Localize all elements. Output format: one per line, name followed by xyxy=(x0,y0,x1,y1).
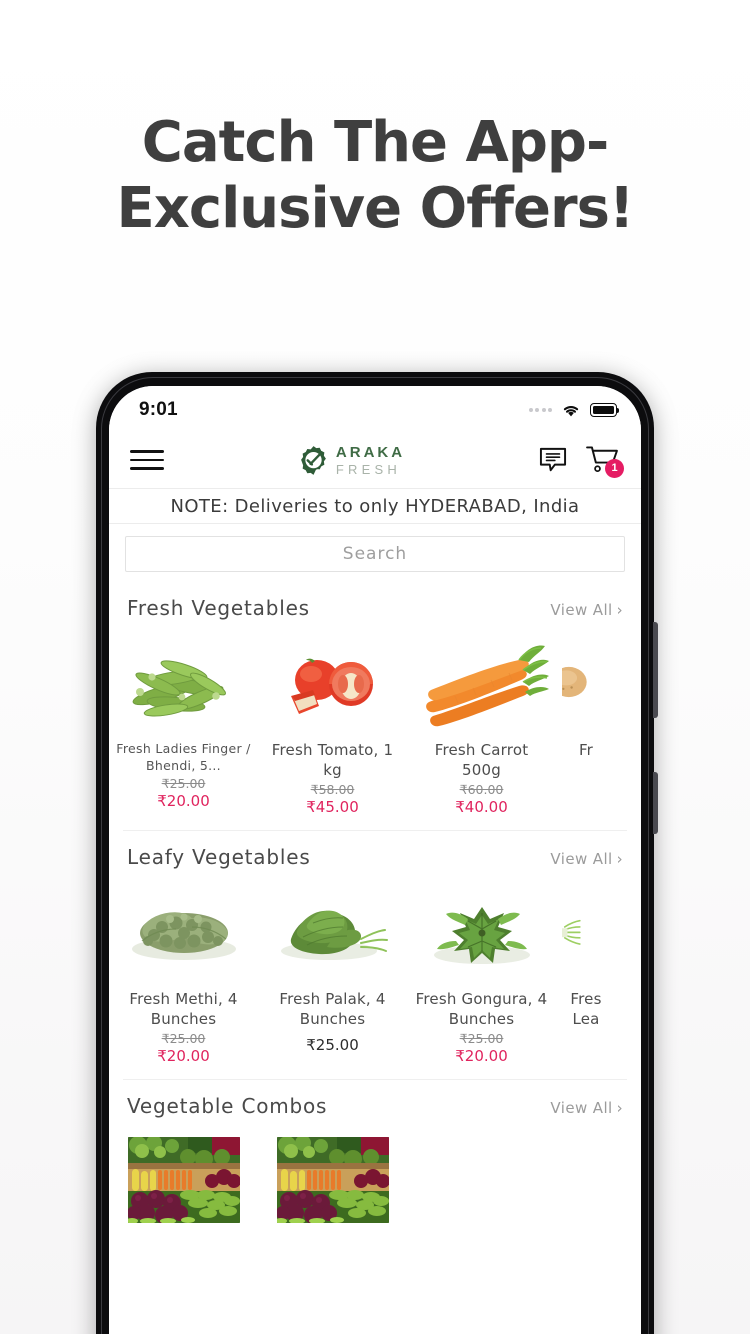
signal-dots-icon xyxy=(528,408,552,412)
view-all-label: View All xyxy=(550,1099,613,1117)
product-card[interactable]: Fresh Tomato, 1 kg ₹58.00 ₹45.00 xyxy=(258,630,407,816)
phone-screen: 9:01 ARAKA FRESH 1 NOTE: Deliveries to o… xyxy=(109,386,641,1334)
logo-line-1: ARAKA xyxy=(335,443,406,461)
view-all-link[interactable]: View All › xyxy=(550,1099,623,1117)
vegetable-combo-image xyxy=(264,1128,401,1232)
potato-image xyxy=(562,630,610,734)
app-header-actions: 1 xyxy=(539,445,624,478)
page-title: Catch The App- Exclusive Offers! xyxy=(0,110,750,242)
status-indicators xyxy=(528,403,620,418)
chevron-right-icon: › xyxy=(616,1099,623,1117)
view-all-link[interactable]: View All › xyxy=(550,850,623,868)
product-price-discounted: ₹45.00 xyxy=(306,798,359,816)
category-section: Fresh Vegetables View All › Fresh Ladies… xyxy=(109,582,641,826)
search-row xyxy=(109,524,641,582)
phone-mockup: 9:01 ARAKA FRESH 1 NOTE: Deliveries to o… xyxy=(96,372,658,1334)
okra-bhendi-image xyxy=(115,630,252,734)
logo-line-2: FRESH xyxy=(335,461,401,477)
chat-bubble-icon[interactable] xyxy=(539,447,567,473)
app-logo[interactable]: ARAKA FRESH xyxy=(164,445,539,476)
view-all-link[interactable]: View All › xyxy=(550,601,623,619)
product-card[interactable]: Fresh Ladies Finger / Bhendi, 5... ₹25.00… xyxy=(109,630,258,816)
araka-badge-check-icon xyxy=(301,445,326,475)
section-header: Leafy Vegetables View All › xyxy=(109,831,641,873)
product-card[interactable]: Fres Lea xyxy=(556,879,616,1065)
section-header: Fresh Vegetables View All › xyxy=(109,582,641,624)
volume-button[interactable] xyxy=(653,622,658,718)
product-rail[interactable]: Fresh Ladies Finger / Bhendi, 5... ₹25.00… xyxy=(109,624,641,826)
product-price-original: ₹58.00 xyxy=(310,782,355,797)
product-name: Fr xyxy=(578,741,594,759)
category-section: Leafy Vegetables View All › Fresh Methi,… xyxy=(109,831,641,1075)
product-price-original: ₹60.00 xyxy=(459,782,504,797)
tomato-image xyxy=(264,630,401,734)
product-card[interactable]: Fr xyxy=(556,630,616,816)
status-clock: 9:01 xyxy=(139,399,178,420)
product-price-original: ₹25.00 xyxy=(161,1031,206,1046)
methi-leaves-image xyxy=(115,879,252,983)
view-all-label: View All xyxy=(550,601,613,619)
section-title: Vegetable Combos xyxy=(127,1094,328,1118)
status-bar: 9:01 xyxy=(109,386,641,432)
product-card[interactable]: Fresh Methi, 4 Bunches ₹25.00 ₹20.00 xyxy=(109,879,258,1065)
product-card[interactable]: Fresh Gongura, 4 Bunches ₹25.00 ₹20.00 xyxy=(407,879,556,1065)
battery-full-icon xyxy=(590,403,620,417)
view-all-label: View All xyxy=(550,850,613,868)
product-card[interactable]: Fresh Carrot 500g ₹60.00 ₹40.00 xyxy=(407,630,556,816)
product-card[interactable]: Fresh Palak, 4 Bunches ₹25.00 xyxy=(258,879,407,1065)
hamburger-menu-icon[interactable] xyxy=(130,450,164,470)
palak-spinach-image xyxy=(264,879,401,983)
logo-wordmark: ARAKA FRESH xyxy=(336,445,405,476)
section-title: Leafy Vegetables xyxy=(127,845,311,869)
product-name: Fresh Methi, 4 Bunches xyxy=(129,990,238,1028)
product-name: Fresh Carrot 500g xyxy=(434,741,529,779)
cart-count-badge: 1 xyxy=(605,459,624,478)
product-price-original: ₹25.00 xyxy=(161,776,206,791)
power-button[interactable] xyxy=(653,772,658,834)
product-price-discounted: ₹40.00 xyxy=(455,798,508,816)
wifi-icon xyxy=(563,405,579,416)
product-price-discounted: ₹20.00 xyxy=(455,1047,508,1065)
search-input[interactable] xyxy=(125,536,625,572)
product-card[interactable] xyxy=(109,1128,258,1232)
section-header: Vegetable Combos View All › xyxy=(109,1080,641,1122)
product-price: ₹25.00 xyxy=(306,1036,359,1054)
gongura-leaves-image xyxy=(413,879,550,983)
headline-line-1: Catch The App- xyxy=(141,110,610,175)
vegetable-combo-image xyxy=(115,1128,252,1232)
product-card[interactable] xyxy=(258,1128,407,1232)
delivery-note: NOTE: Deliveries to only HYDERABAD, Indi… xyxy=(109,488,641,524)
product-name: Fresh Palak, 4 Bunches xyxy=(279,990,386,1028)
product-rail[interactable] xyxy=(109,1122,641,1242)
category-sections: Fresh Vegetables View All › Fresh Ladies… xyxy=(109,582,641,1242)
chevron-right-icon: › xyxy=(616,850,623,868)
headline-line-2: Exclusive Offers! xyxy=(116,176,635,241)
section-title: Fresh Vegetables xyxy=(127,596,310,620)
chevron-right-icon: › xyxy=(616,601,623,619)
product-rail[interactable]: Fresh Methi, 4 Bunches ₹25.00 ₹20.00 Fresh… xyxy=(109,873,641,1075)
product-price-discounted: ₹20.00 xyxy=(157,1047,210,1065)
product-price-original: ₹25.00 xyxy=(459,1031,504,1046)
product-price-discounted: ₹20.00 xyxy=(157,792,210,810)
promo-screenshot: Catch The App- Exclusive Offers! 9:01 AR… xyxy=(0,0,750,1334)
cart-button[interactable]: 1 xyxy=(585,445,624,478)
spring-onion-image xyxy=(562,879,610,983)
product-name: Fresh Ladies Finger / Bhendi, 5... xyxy=(116,741,251,773)
product-name: Fresh Gongura, 4 Bunches xyxy=(415,990,548,1028)
app-header: ARAKA FRESH 1 xyxy=(109,432,641,488)
carrot-image xyxy=(413,630,550,734)
category-section: Vegetable Combos View All › xyxy=(109,1080,641,1242)
product-name: Fresh Tomato, 1 kg xyxy=(271,741,394,779)
product-name: Fres Lea xyxy=(570,990,602,1028)
